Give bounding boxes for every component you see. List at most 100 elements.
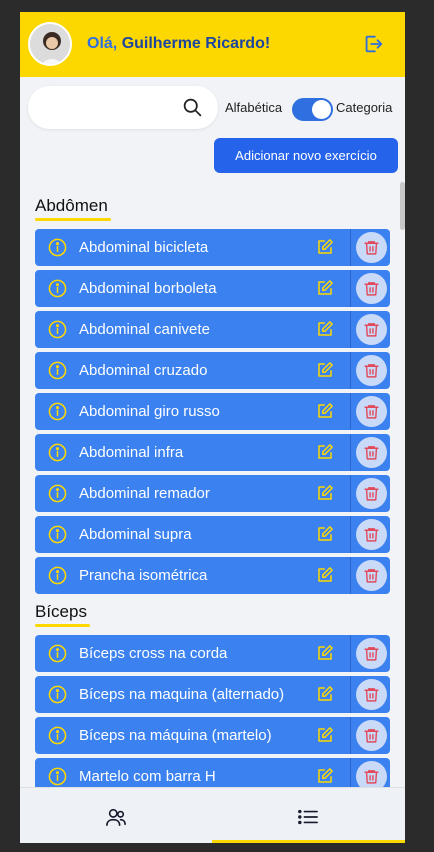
scrollbar[interactable] bbox=[400, 182, 405, 230]
exercise-name: Bíceps cross na corda bbox=[79, 645, 228, 662]
greeting-prefix: Olá, bbox=[87, 35, 118, 52]
info-icon[interactable] bbox=[48, 238, 67, 257]
trash-icon bbox=[364, 647, 379, 661]
bottom-nav bbox=[20, 787, 405, 843]
sort-alphabetical-label: Alfabética bbox=[225, 100, 283, 115]
exercise-name: Abdominal giro russo bbox=[79, 403, 220, 420]
exercise-name: Abdominal bicicleta bbox=[79, 239, 209, 256]
list-icon bbox=[298, 809, 318, 825]
delete-button[interactable] bbox=[356, 519, 387, 550]
info-icon[interactable] bbox=[48, 320, 67, 339]
edit-icon[interactable] bbox=[316, 361, 334, 379]
delete-button[interactable] bbox=[356, 273, 387, 304]
exercise-row[interactable]: Abdominal borboleta bbox=[35, 270, 390, 307]
avatar bbox=[28, 22, 72, 66]
edit-icon[interactable] bbox=[316, 279, 334, 297]
row-divider bbox=[350, 311, 351, 348]
app-screen: Olá, Guilherme Ricardo! Alfabética Categ… bbox=[20, 12, 405, 843]
delete-button[interactable] bbox=[356, 560, 387, 591]
info-icon[interactable] bbox=[48, 726, 67, 745]
exercise-row[interactable]: Martelo com barra H bbox=[35, 758, 390, 787]
sort-category-label: Categoria bbox=[336, 100, 393, 115]
delete-button[interactable] bbox=[356, 355, 387, 386]
exercise-name: Abdominal infra bbox=[79, 444, 184, 461]
trash-icon bbox=[364, 446, 379, 460]
exercise-row[interactable]: Bíceps na maquina (alternado) bbox=[35, 676, 390, 713]
info-icon[interactable] bbox=[48, 443, 67, 462]
row-divider bbox=[350, 717, 351, 754]
exercise-row[interactable]: Prancha isométrica bbox=[35, 557, 390, 594]
info-icon[interactable] bbox=[48, 685, 67, 704]
greeting: Olá, Guilherme Ricardo! bbox=[87, 35, 270, 53]
sort-toggle[interactable] bbox=[292, 98, 333, 121]
trash-icon bbox=[364, 241, 379, 255]
add-exercise-button[interactable]: Adicionar novo exercício bbox=[214, 138, 398, 173]
edit-icon[interactable] bbox=[316, 767, 334, 785]
edit-icon[interactable] bbox=[316, 238, 334, 256]
exercise-row[interactable]: Abdominal giro russo bbox=[35, 393, 390, 430]
exercise-row[interactable]: Abdominal bicicleta bbox=[35, 229, 390, 266]
exercise-name: Bíceps na maquina (alternado) bbox=[79, 686, 285, 703]
exercise-row[interactable]: Abdominal infra bbox=[35, 434, 390, 471]
trash-icon bbox=[364, 282, 379, 296]
trash-icon bbox=[364, 688, 379, 702]
exercise-name: Abdominal borboleta bbox=[79, 280, 217, 297]
trash-icon bbox=[364, 364, 379, 378]
edit-icon[interactable] bbox=[316, 443, 334, 461]
edit-icon[interactable] bbox=[316, 484, 334, 502]
info-icon[interactable] bbox=[48, 279, 67, 298]
delete-button[interactable] bbox=[356, 396, 387, 427]
info-icon[interactable] bbox=[48, 767, 67, 786]
header: Olá, Guilherme Ricardo! bbox=[20, 12, 405, 77]
exercise-row[interactable]: Abdominal remador bbox=[35, 475, 390, 512]
edit-icon[interactable] bbox=[316, 402, 334, 420]
edit-icon[interactable] bbox=[316, 644, 334, 662]
exercise-row[interactable]: Bíceps na máquina (martelo) bbox=[35, 717, 390, 754]
edit-icon[interactable] bbox=[316, 525, 334, 543]
exercise-name: Abdominal remador bbox=[79, 485, 210, 502]
exercise-name: Abdominal cruzado bbox=[79, 362, 208, 379]
exercise-row[interactable]: Abdominal canivete bbox=[35, 311, 390, 348]
delete-button[interactable] bbox=[356, 679, 387, 710]
info-icon[interactable] bbox=[48, 525, 67, 544]
toggle-knob bbox=[312, 100, 331, 119]
edit-icon[interactable] bbox=[316, 566, 334, 584]
delete-button[interactable] bbox=[356, 478, 387, 509]
edit-icon[interactable] bbox=[316, 726, 334, 744]
exercise-name: Prancha isométrica bbox=[79, 567, 208, 584]
info-icon[interactable] bbox=[48, 484, 67, 503]
info-icon[interactable] bbox=[48, 566, 67, 585]
exercise-row[interactable]: Bíceps cross na corda bbox=[35, 635, 390, 672]
delete-button[interactable] bbox=[356, 720, 387, 751]
logout-icon[interactable] bbox=[362, 33, 384, 55]
info-icon[interactable] bbox=[48, 644, 67, 663]
edit-icon[interactable] bbox=[316, 685, 334, 703]
delete-button[interactable] bbox=[356, 314, 387, 345]
delete-button[interactable] bbox=[356, 437, 387, 468]
trash-icon bbox=[364, 405, 379, 419]
trash-icon bbox=[364, 569, 379, 583]
tab-exercises[interactable] bbox=[212, 788, 405, 843]
trash-icon bbox=[364, 770, 379, 784]
row-divider bbox=[350, 352, 351, 389]
trash-icon bbox=[364, 487, 379, 501]
row-divider bbox=[350, 557, 351, 594]
search-icon[interactable] bbox=[182, 97, 203, 118]
exercise-row[interactable]: Abdominal cruzado bbox=[35, 352, 390, 389]
info-icon[interactable] bbox=[48, 361, 67, 380]
row-divider bbox=[350, 516, 351, 553]
group-underline bbox=[35, 218, 111, 221]
info-icon[interactable] bbox=[48, 402, 67, 421]
row-divider bbox=[350, 676, 351, 713]
row-divider bbox=[350, 475, 351, 512]
tab-users[interactable] bbox=[20, 788, 212, 843]
exercise-row[interactable]: Abdominal supra bbox=[35, 516, 390, 553]
delete-button[interactable] bbox=[356, 232, 387, 263]
search-input[interactable] bbox=[42, 96, 172, 118]
edit-icon[interactable] bbox=[316, 320, 334, 338]
user-name: Guilherme Ricardo! bbox=[121, 35, 271, 52]
row-divider bbox=[350, 635, 351, 672]
search-box bbox=[28, 86, 218, 129]
delete-button[interactable] bbox=[356, 638, 387, 669]
delete-button[interactable] bbox=[356, 761, 387, 787]
